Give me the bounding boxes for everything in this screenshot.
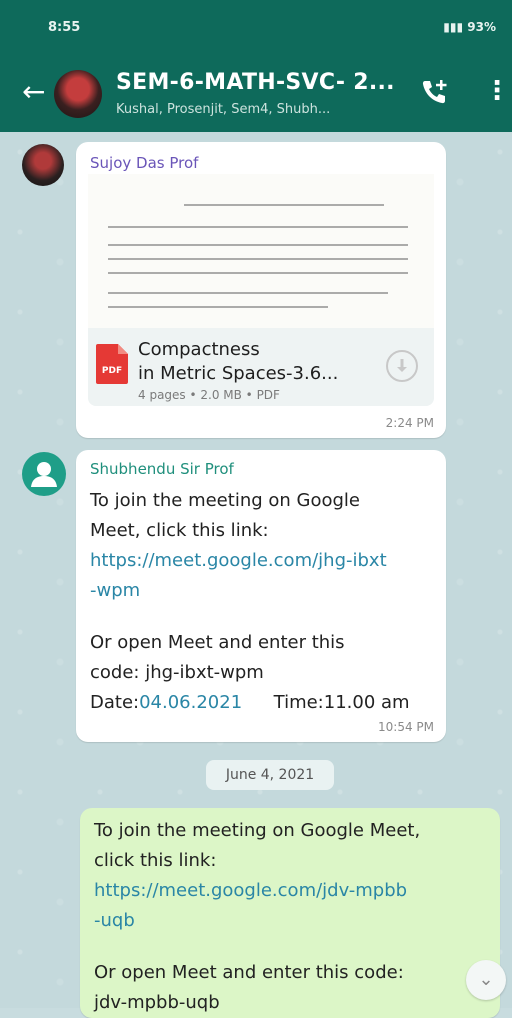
message-text: To join the meeting on Google Meet, clic… xyxy=(90,486,436,718)
document-preview[interactable] xyxy=(88,174,434,329)
chevron-double-down-icon[interactable]: ⌄ xyxy=(466,960,506,1000)
svg-text:PDF: PDF xyxy=(102,366,122,376)
chat-header: ← SEM-6-MATH-SVC- 2... Kushal, Prosenjit… xyxy=(0,58,512,132)
group-participants[interactable]: Kushal, Prosenjit, Sem4, Shubh... xyxy=(116,102,330,117)
message-time: 10:54 PM xyxy=(378,720,434,734)
sender-name[interactable]: Shubhendu Sir Prof xyxy=(90,460,234,478)
sender-name[interactable]: Sujoy Das Prof xyxy=(90,154,198,172)
group-avatar[interactable] xyxy=(54,70,102,118)
message-bubble: Shubhendu Sir Prof To join the meeting o… xyxy=(76,450,446,742)
group-title[interactable]: SEM-6-MATH-SVC- 2... xyxy=(116,70,395,95)
message-text: To join the meeting on Google Meet, clic… xyxy=(94,816,484,1018)
download-icon[interactable] xyxy=(386,350,418,382)
status-time: 8:55 xyxy=(48,20,81,35)
file-meta: 4 pages • 2.0 MB • PDF xyxy=(138,388,280,402)
message-bubble-outgoing: To join the meeting on Google Meet, clic… xyxy=(80,808,500,1018)
add-call-icon[interactable] xyxy=(418,76,450,108)
arrow-left-icon[interactable]: ← xyxy=(22,76,45,108)
more-vertical-icon[interactable]: ⋮ xyxy=(484,76,510,106)
signal-icon: ▮▮▮ xyxy=(443,20,468,34)
date-link[interactable]: 04.06.2021 xyxy=(139,692,242,713)
sender-avatar[interactable] xyxy=(22,144,64,186)
pdf-icon: PDF xyxy=(96,344,128,384)
battery-level: 93% xyxy=(467,20,496,34)
battery-indicator: ▮▮▮ 93% xyxy=(443,20,496,34)
default-avatar-icon[interactable] xyxy=(22,452,66,496)
status-bar: 8:55 ▮▮▮ 93% xyxy=(0,0,512,58)
file-attachment[interactable]: PDF Compactness in Metric Spaces-3.6... … xyxy=(88,328,434,406)
message-time: 2:24 PM xyxy=(385,416,434,430)
message-bubble: Sujoy Das Prof PDF Compactness in Metric… xyxy=(76,142,446,438)
meeting-link[interactable]: https://meet.google.com/jhg-ibxt -wpm xyxy=(90,546,436,606)
file-name: Compactness in Metric Spaces-3.6... xyxy=(138,339,339,384)
date-separator: June 4, 2021 xyxy=(206,760,334,790)
meeting-link[interactable]: https://meet.google.com/jdv-mpbb -uqb xyxy=(94,876,484,936)
